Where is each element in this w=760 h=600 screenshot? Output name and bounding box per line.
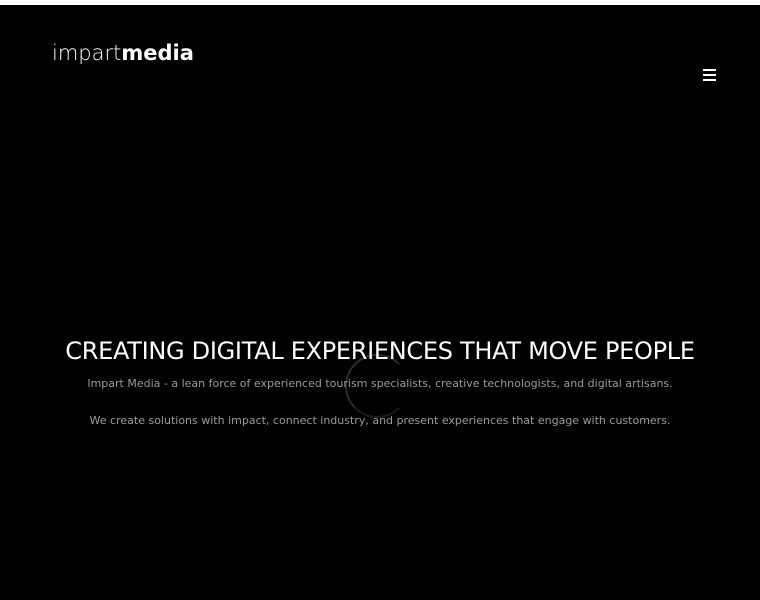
menu-bar-middle xyxy=(703,74,716,76)
menu-bar-bottom xyxy=(703,79,716,81)
logo-light-text: impart xyxy=(52,41,122,65)
hero-description-line-1: Impart Media - a lean force of experienc… xyxy=(87,377,673,390)
hamburger-menu-icon[interactable] xyxy=(699,66,719,84)
menu-bar-top xyxy=(703,69,716,71)
logo-bold-text: media xyxy=(121,41,194,65)
hero-description-line-2: We create solutions with impact, connect… xyxy=(89,414,671,427)
hero-title: CREATING DIGITAL EXPERIENCES THAT MOVE P… xyxy=(65,337,695,365)
top-strip xyxy=(0,0,760,5)
site-logo[interactable]: impartmedia xyxy=(52,39,194,67)
